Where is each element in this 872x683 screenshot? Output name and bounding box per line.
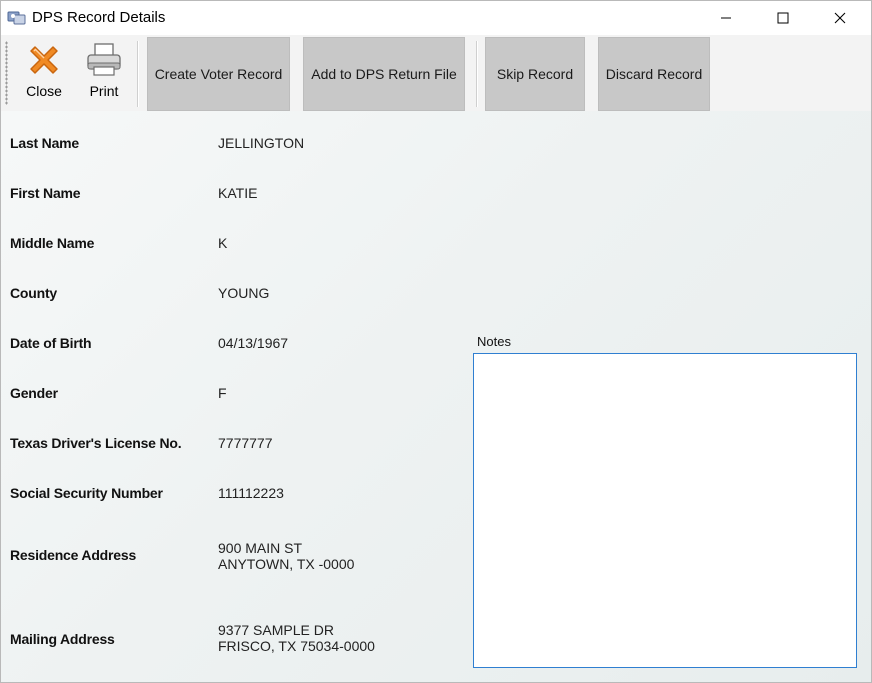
toolbar: Close Print Create Voter Record Add to D… [1, 35, 871, 111]
mailing-address-line1: 9377 SAMPLE DR [218, 622, 334, 638]
first-name-label: First Name [10, 185, 81, 201]
mailing-address-line2: FRISCO, TX 75034-0000 [218, 638, 375, 654]
window-title: DPS Record Details [32, 9, 166, 26]
date-of-birth-value: 04/13/1967 [218, 335, 289, 351]
create-voter-record-button[interactable]: Create Voter Record [147, 37, 290, 111]
residence-address-label: Residence Address [10, 547, 137, 563]
print-label: Print [89, 83, 119, 99]
maximize-button[interactable] [760, 1, 806, 35]
gender-label: Gender [10, 385, 58, 401]
drivers-license-value: 7777777 [218, 435, 273, 451]
county-label: County [10, 285, 58, 301]
residence-address-line1: 900 MAIN ST [218, 540, 303, 556]
notes-textarea[interactable] [473, 353, 857, 668]
toolbar-separator [476, 41, 477, 107]
toolbar-grip[interactable] [5, 41, 8, 105]
printer-icon [85, 41, 123, 84]
record-details-form: Last Name JELLINGTON First Name KATIE Mi… [1, 111, 871, 682]
date-of-birth-label: Date of Birth [10, 335, 92, 351]
close-window-button[interactable] [817, 1, 863, 35]
minimize-button[interactable] [703, 1, 749, 35]
middle-name-label: Middle Name [10, 235, 95, 251]
county-value: YOUNG [218, 285, 270, 301]
app-icon [7, 9, 27, 25]
close-label: Close [26, 83, 62, 99]
close-button[interactable]: Close [17, 37, 71, 109]
ssn-value: 111112223 [218, 485, 284, 501]
title-bar[interactable]: DPS Record Details [1, 1, 871, 35]
dps-record-details-window: DPS Record Details Close Print Create Vo… [0, 0, 872, 683]
gender-value: F [218, 385, 227, 401]
print-button[interactable]: Print [79, 37, 129, 109]
close-icon [25, 41, 63, 84]
drivers-license-label: Texas Driver's License No. [10, 435, 182, 451]
first-name-value: KATIE [218, 185, 258, 201]
notes-label: Notes [477, 334, 511, 349]
last-name-value: JELLINGTON [218, 135, 305, 151]
ssn-label: Social Security Number [10, 485, 163, 501]
toolbar-separator [137, 41, 138, 107]
discard-record-button[interactable]: Discard Record [598, 37, 710, 111]
middle-name-value: K [218, 235, 228, 251]
last-name-label: Last Name [10, 135, 80, 151]
residence-address-line2: ANYTOWN, TX -0000 [218, 556, 355, 572]
add-to-dps-return-file-button[interactable]: Add to DPS Return File [303, 37, 465, 111]
skip-record-button[interactable]: Skip Record [485, 37, 585, 111]
mailing-address-label: Mailing Address [10, 631, 115, 647]
mailing-address-value: 9377 SAMPLE DR FRISCO, TX 75034-0000 [218, 622, 375, 654]
residence-address-value: 900 MAIN ST ANYTOWN, TX -0000 [218, 540, 354, 572]
